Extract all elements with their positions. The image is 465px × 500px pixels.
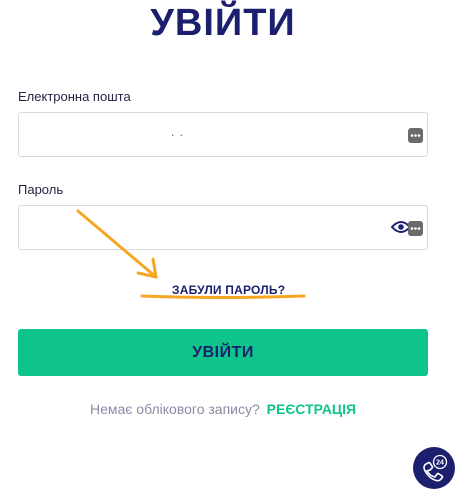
signup-link[interactable]: РЕЄСТРАЦІЯ	[267, 401, 356, 417]
page-title: УВІЙТИ	[150, 2, 296, 44]
email-label: Електронна пошта	[18, 89, 131, 104]
support-badge-text: 24	[436, 460, 444, 467]
support-24-button[interactable]: 24	[413, 447, 455, 489]
email-input-text: . .	[171, 125, 185, 139]
forgot-password-link[interactable]: ЗАБУЛИ ПАРОЛЬ?	[172, 283, 285, 297]
password-label: Пароль	[18, 182, 64, 197]
signup-line: Немає облікового запису? РЕЄСТРАЦІЯ	[0, 401, 446, 417]
password-manager-icon[interactable]	[408, 128, 423, 143]
login-page: УВІЙТИ Електронна пошта . . Пароль ЗАБУЛ…	[0, 0, 465, 500]
phone-24-icon: 24	[423, 454, 448, 482]
login-button[interactable]: УВІЙТИ	[18, 329, 428, 376]
email-input[interactable]	[29, 113, 393, 158]
email-field[interactable]: . .	[18, 112, 428, 158]
password-manager-icon[interactable]	[408, 221, 423, 236]
signup-prompt: Немає облікового запису?	[89, 401, 260, 417]
